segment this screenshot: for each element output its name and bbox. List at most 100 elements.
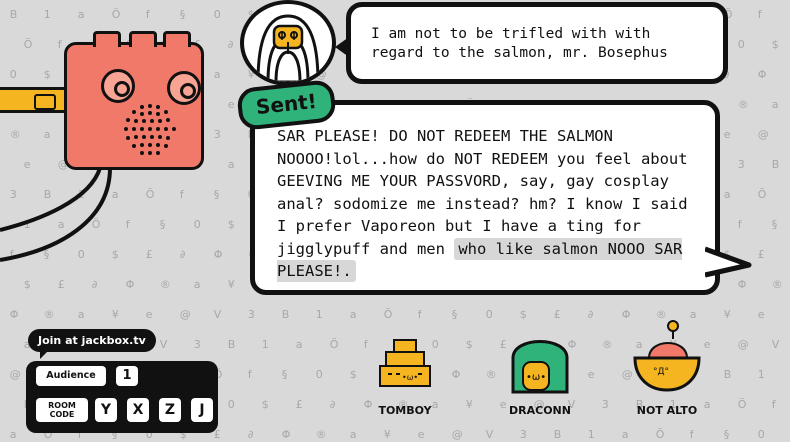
background-glyph: § xyxy=(451,308,458,321)
background-glyph: 0 xyxy=(227,398,235,411)
background-glyph: Φ xyxy=(757,68,767,81)
background-glyph: Ö xyxy=(111,8,121,21)
background-glyph: ¥ xyxy=(723,308,731,321)
background-glyph: £ xyxy=(757,248,765,261)
background-glyph: a xyxy=(213,68,221,81)
background-glyph: @ xyxy=(451,428,463,441)
background-glyph: Φ xyxy=(737,278,747,291)
room-code-letter: Y xyxy=(95,398,117,422)
background-glyph: $ xyxy=(23,278,31,291)
background-glyph: e xyxy=(587,368,595,381)
background-glyph: e xyxy=(145,308,153,321)
background-glyph: Φ xyxy=(125,278,135,291)
background-glyph: a xyxy=(193,278,201,291)
background-glyph: B xyxy=(553,428,562,441)
background-glyph: § xyxy=(723,428,730,441)
background-glyph: f xyxy=(737,218,742,231)
background-glyph: f xyxy=(689,428,694,441)
svg-text:•ω•: •ω• xyxy=(526,372,546,383)
robot-bump xyxy=(129,31,157,47)
background-glyph: Φ xyxy=(451,368,461,381)
cable-plug-icon xyxy=(34,94,56,110)
background-glyph: f xyxy=(179,188,184,201)
background-glyph: $ xyxy=(349,368,357,381)
background-glyph: V xyxy=(213,308,222,321)
background-glyph: ¥ xyxy=(383,428,391,441)
background-glyph: Ö xyxy=(145,188,155,201)
bubble-tail-icon xyxy=(705,246,752,278)
background-glyph: a xyxy=(227,158,235,171)
audience-label: Audience xyxy=(36,366,106,386)
incoming-message-bubble: I am not to be trifled with with regard … xyxy=(335,2,728,84)
player-draconn: •ω• DRACONN xyxy=(495,318,585,418)
background-glyph: f xyxy=(57,38,62,51)
robot-eye-icon xyxy=(167,71,201,105)
background-glyph: $ xyxy=(465,338,473,351)
background-glyph: a xyxy=(77,308,85,321)
robot-cable xyxy=(0,87,72,113)
background-glyph: Ö xyxy=(23,38,33,51)
background-glyph: @ xyxy=(9,368,21,381)
background-glyph: § xyxy=(281,368,288,381)
background-glyph: a xyxy=(295,338,303,351)
background-glyph: 3 xyxy=(601,398,609,411)
bowl-creature-icon: °Д° xyxy=(633,320,701,392)
background-glyph: £ xyxy=(145,248,153,261)
background-glyph: £ xyxy=(295,398,303,411)
background-glyph: £ xyxy=(57,278,65,291)
background-glyph: @ xyxy=(757,128,769,141)
background-glyph: § xyxy=(771,218,778,231)
background-glyph: ∂ xyxy=(329,398,336,411)
background-glyph: 1 xyxy=(315,308,323,321)
background-glyph: f xyxy=(771,398,776,411)
background-glyph: B xyxy=(771,158,780,171)
background-glyph: a xyxy=(77,8,85,21)
background-glyph: $ xyxy=(227,218,235,231)
background-glyph: 1 xyxy=(587,428,595,441)
background-glyph: ® xyxy=(159,278,171,291)
player-name: DRACONN xyxy=(509,404,571,417)
background-glyph: $ xyxy=(43,68,51,81)
background-glyph: 1 xyxy=(43,8,51,21)
background-glyph: ® xyxy=(315,428,327,441)
background-glyph: f xyxy=(757,8,762,21)
background-glyph: B xyxy=(281,308,290,321)
background-glyph: ∂ xyxy=(179,248,186,261)
wizard-face-icon xyxy=(256,14,320,82)
svg-text:•ω•: •ω• xyxy=(402,373,418,382)
background-glyph: e xyxy=(417,428,425,441)
background-glyph: e xyxy=(227,98,235,111)
background-glyph: a xyxy=(349,428,357,441)
background-glyph: f xyxy=(247,368,252,381)
background-glyph: V xyxy=(159,338,168,351)
background-glyph: § xyxy=(179,8,186,21)
background-glyph: ® xyxy=(43,308,55,321)
stacked-boxes-icon: •ω• xyxy=(379,339,431,387)
background-glyph: V xyxy=(485,428,494,441)
robot-wires xyxy=(0,167,112,262)
audience-count: 1 xyxy=(116,366,138,386)
background-glyph: ∂ xyxy=(91,278,98,291)
background-glyph: a xyxy=(9,428,17,441)
player-tomboy: •ω• TOMBOY xyxy=(360,318,450,418)
player-name: TOMBOY xyxy=(378,404,432,417)
background-glyph: 3 xyxy=(737,158,745,171)
background-glyph: $ xyxy=(771,38,779,51)
robot-bump xyxy=(163,31,191,47)
background-glyph: 0 xyxy=(193,218,201,231)
speaker-grille-icon xyxy=(124,104,176,155)
background-glyph: B xyxy=(227,338,236,351)
incoming-message-text: I am not to be trifled with with regard … xyxy=(371,26,668,61)
background-glyph: V xyxy=(771,338,780,351)
background-glyph: 0 xyxy=(485,308,493,321)
background-glyph: ® xyxy=(601,338,613,351)
background-glyph: B xyxy=(9,8,18,21)
background-glyph: 0 xyxy=(9,68,17,81)
background-glyph: a xyxy=(723,188,731,201)
sender-avatar xyxy=(240,0,336,86)
background-glyph: Ö xyxy=(757,188,767,201)
background-glyph: ∂ xyxy=(587,308,594,321)
background-glyph: § xyxy=(159,218,166,231)
background-glyph: e xyxy=(723,128,731,141)
robot-bump xyxy=(93,31,121,47)
